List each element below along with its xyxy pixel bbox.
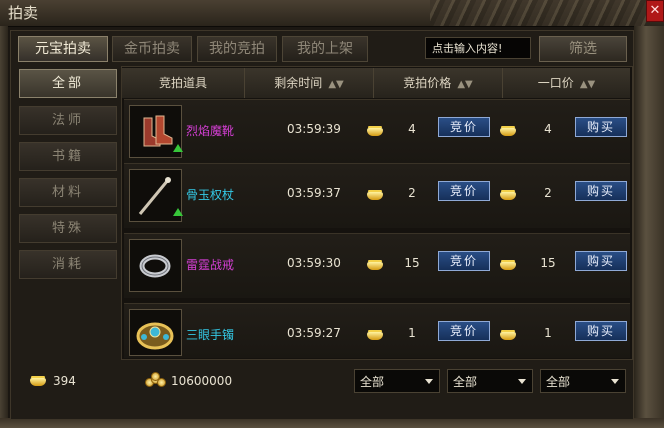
tab-gold-auction[interactable]: 金币拍卖 [112, 36, 192, 62]
table-row: 三眼手镯 03:59:27 1 竞价 1 购买 [124, 303, 630, 358]
close-button[interactable]: ✕ [646, 0, 664, 22]
ingot-icon [367, 262, 383, 270]
upgrade-arrow-icon [173, 208, 183, 216]
buyout-price: 15 [540, 256, 556, 270]
ingot-icon [500, 128, 516, 136]
bid-price: 4 [408, 122, 416, 136]
bid-button[interactable]: 竞价 [438, 251, 490, 271]
table-row: 烈焰魔靴 03:59:39 4 竞价 4 购买 [124, 99, 630, 164]
close-icon: ✕ [649, 3, 661, 18]
dropdown-value: 全部 [453, 375, 478, 389]
buy-button[interactable]: 购买 [575, 181, 627, 201]
dragon-ornament [430, 0, 650, 26]
time-remaining: 03:59:27 [287, 326, 341, 340]
buyout-price: 1 [544, 326, 552, 340]
header-item: 竞拍道具 [122, 68, 245, 98]
chevron-down-icon [425, 379, 433, 384]
item-name: 雷霆战戒 [186, 258, 235, 272]
time-remaining: 03:59:30 [287, 256, 341, 270]
dropdown-value: 全部 [546, 375, 571, 389]
filter-button[interactable]: 筛选 [539, 36, 627, 62]
filter-dropdown-3[interactable]: 全部 [540, 369, 626, 393]
ingot-balance: 394 [53, 374, 76, 388]
header-bid-label: 竞拍价格 [403, 76, 452, 90]
frame-left [0, 26, 8, 428]
ingot-icon [500, 262, 516, 270]
bid-price: 2 [408, 186, 416, 200]
tab-my-bids[interactable]: 我的竞拍 [197, 36, 277, 62]
title-bar: 拍卖 ✕ [0, 0, 664, 27]
ingot-icon [367, 332, 383, 340]
sort-icon: ▲▼ [579, 79, 596, 90]
gold-coins-icon [145, 372, 167, 387]
table-row: 骨玉权杖 03:59:37 2 竞价 2 购买 [124, 163, 630, 228]
item-slot[interactable] [129, 169, 183, 222]
buyout-price: 4 [544, 122, 552, 136]
item-slot[interactable] [129, 239, 182, 292]
item-name: 三眼手镯 [186, 328, 235, 342]
item-name: 骨玉权杖 [186, 188, 235, 202]
tab-ingot-auction[interactable]: 元宝拍卖 [18, 36, 108, 62]
header-time-label: 剩余时间 [274, 76, 323, 90]
ingot-icon [367, 128, 383, 136]
tab-my-listings[interactable]: 我的上架 [282, 36, 368, 62]
header-bid-price[interactable]: 竞拍价格 ▲▼ [374, 68, 503, 98]
ingot-icon [500, 192, 516, 200]
bid-price: 15 [404, 256, 420, 270]
buyout-price: 2 [544, 186, 552, 200]
upgrade-arrow-icon [173, 144, 183, 152]
bracelet-icon [136, 322, 174, 350]
item-slot[interactable] [129, 309, 182, 356]
chevron-down-icon [611, 379, 619, 384]
table-row: 雷霆战戒 03:59:30 15 竞价 15 购买 [124, 233, 630, 298]
category-materials[interactable]: 材料 [19, 178, 117, 207]
ring-icon [139, 254, 171, 278]
category-books[interactable]: 书籍 [19, 142, 117, 171]
chevron-down-icon [518, 379, 526, 384]
filter-dropdown-2[interactable]: 全部 [447, 369, 533, 393]
time-remaining: 03:59:37 [287, 186, 341, 200]
item-slot[interactable] [129, 105, 183, 158]
header-buyout-label: 一口价 [537, 76, 574, 90]
sort-icon: ▲▼ [328, 79, 344, 90]
time-remaining: 03:59:39 [287, 122, 341, 136]
category-all[interactable]: 全部 [19, 69, 117, 98]
filter-dropdown-1[interactable]: 全部 [354, 369, 440, 393]
category-special[interactable]: 特殊 [19, 214, 117, 243]
item-name: 烈焰魔靴 [186, 124, 235, 138]
header-item-label: 竞拍道具 [158, 76, 207, 90]
header-time[interactable]: 剩余时间 ▲▼ [245, 68, 374, 98]
ingot-icon [500, 332, 516, 340]
sort-icon: ▲▼ [457, 79, 473, 90]
dropdown-value: 全部 [360, 375, 385, 389]
bid-button[interactable]: 竞价 [438, 321, 490, 341]
ingot-icon [30, 378, 46, 386]
bid-button[interactable]: 竞价 [438, 117, 490, 137]
frame-right [634, 26, 664, 428]
ingot-icon [367, 192, 383, 200]
buy-button[interactable]: 购买 [575, 251, 627, 271]
category-consumables[interactable]: 消耗 [19, 250, 117, 279]
bid-button[interactable]: 竞价 [438, 181, 490, 201]
window-title: 拍卖 [8, 4, 39, 22]
buy-button[interactable]: 购买 [575, 321, 627, 341]
search-input[interactable] [425, 37, 531, 59]
gold-balance: 10600000 [171, 374, 233, 388]
category-mage[interactable]: 法师 [19, 106, 117, 135]
header-buyout[interactable]: 一口价 ▲▼ [503, 68, 630, 98]
bid-price: 1 [408, 326, 416, 340]
buy-button[interactable]: 购买 [575, 117, 627, 137]
